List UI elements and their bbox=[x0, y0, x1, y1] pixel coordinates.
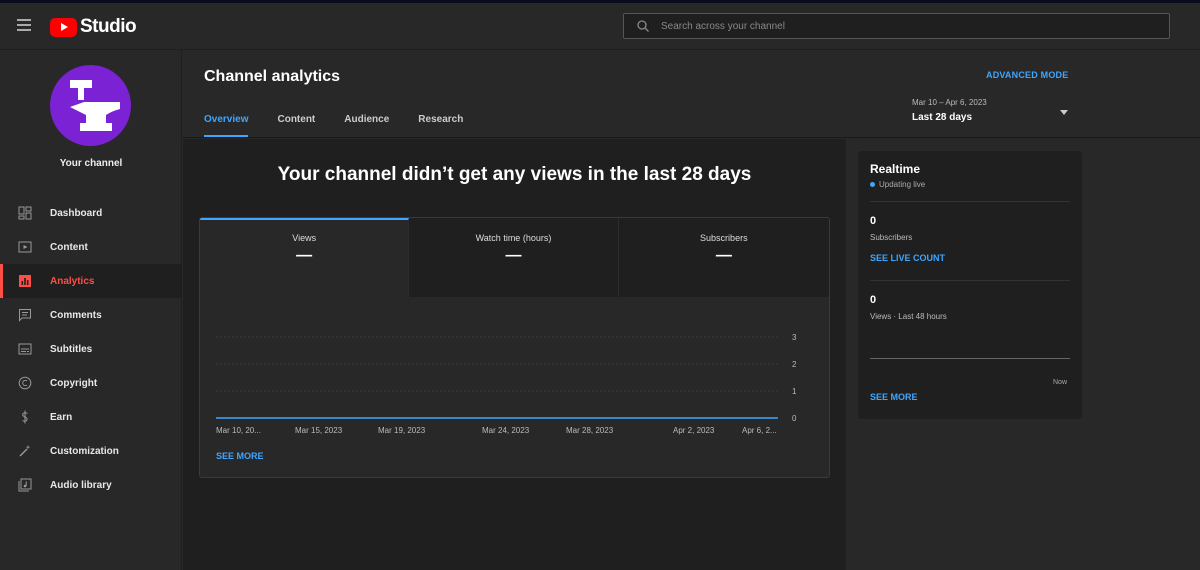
sidebar-nav: Dashboard Content Analytics Comments Sub… bbox=[0, 196, 182, 502]
earn-icon bbox=[17, 409, 33, 425]
audio-library-icon bbox=[17, 477, 33, 493]
realtime-see-more-link[interactable]: SEE MORE bbox=[870, 392, 918, 402]
views-chart-area: 0 1 2 3 Mar 10, 20... Mar 15, 2023 Mar 19, 202… bbox=[200, 297, 829, 477]
channel-label: Your channel bbox=[59, 158, 123, 169]
sidebar-item-label: Dashboard bbox=[50, 207, 103, 219]
date-range-text: Mar 10 – Apr 6, 2023 bbox=[912, 98, 987, 107]
content-icon bbox=[17, 239, 33, 255]
menu-icon[interactable] bbox=[17, 19, 31, 31]
metric-tab-watch-time[interactable]: Watch time (hours) — bbox=[409, 218, 619, 297]
overview-panel: Your channel didn’t get any views in the… bbox=[183, 139, 846, 570]
see-more-link[interactable]: SEE MORE bbox=[216, 451, 264, 461]
analytics-icon bbox=[17, 273, 33, 289]
search-input[interactable] bbox=[661, 20, 1141, 32]
sidebar: Your channel Dashboard Content Analytics… bbox=[0, 50, 182, 570]
sidebar-item-label: Audio library bbox=[50, 479, 112, 491]
sidebar-item-label: Copyright bbox=[50, 377, 98, 389]
subtitles-icon bbox=[17, 341, 33, 357]
no-views-message: Your channel didn’t get any views in the… bbox=[277, 164, 752, 185]
analytics-header: Channel analytics ADVANCED MODE Overview… bbox=[183, 50, 1200, 138]
y-tick-label: 0 bbox=[792, 414, 797, 423]
sidebar-item-copyright[interactable]: Copyright bbox=[0, 366, 182, 400]
top-bar: Studio bbox=[0, 0, 1200, 50]
views-chart: 0 1 2 3 Mar 10, 20... Mar 15, 2023 Mar 19, 202… bbox=[216, 333, 797, 435]
metric-value: — bbox=[715, 247, 732, 264]
realtime-chart-baseline bbox=[870, 358, 1070, 359]
x-tick-label: Mar 15, 2023 bbox=[295, 426, 343, 435]
sidebar-item-comments[interactable]: Comments bbox=[0, 298, 182, 332]
x-tick-label: Mar 19, 2023 bbox=[378, 426, 426, 435]
page-title: Channel analytics bbox=[204, 68, 341, 85]
youtube-play-icon bbox=[50, 17, 77, 37]
realtime-subscribers-value: 0 bbox=[870, 215, 877, 227]
comments-icon bbox=[17, 307, 33, 323]
tab-content[interactable]: Content bbox=[277, 114, 315, 137]
sidebar-item-label: Comments bbox=[50, 309, 102, 321]
sidebar-item-label: Content bbox=[50, 241, 88, 253]
right-panel: Realtime Updating live 0 Subscribers SEE… bbox=[846, 139, 1200, 570]
divider bbox=[870, 280, 1070, 281]
tab-research[interactable]: Research bbox=[418, 114, 463, 137]
realtime-card: Realtime Updating live 0 Subscribers SEE… bbox=[858, 151, 1082, 419]
tab-overview[interactable]: Overview bbox=[204, 114, 249, 137]
sidebar-item-label: Earn bbox=[50, 411, 73, 423]
sidebar-item-label: Customization bbox=[50, 445, 119, 457]
date-range-picker[interactable]: Mar 10 – Apr 6, 2023 Last 28 days bbox=[912, 98, 1072, 130]
x-tick-label: Mar 28, 2023 bbox=[566, 426, 614, 435]
realtime-subscribers-label: Subscribers bbox=[870, 233, 913, 242]
sidebar-item-label: Subtitles bbox=[50, 343, 93, 355]
sidebar-item-audio-library[interactable]: Audio library bbox=[0, 468, 182, 502]
advanced-mode-button[interactable]: ADVANCED MODE bbox=[986, 70, 1068, 80]
metric-tab-views[interactable]: Views — bbox=[200, 218, 410, 297]
x-tick-label: Mar 10, 20... bbox=[216, 426, 261, 435]
y-tick-label: 3 bbox=[792, 333, 797, 342]
logo-text: Studio bbox=[80, 16, 137, 37]
metric-value: — bbox=[505, 247, 522, 264]
live-dot-icon bbox=[870, 182, 875, 187]
x-tick-label: Mar 24, 2023 bbox=[482, 426, 530, 435]
search-box[interactable] bbox=[623, 13, 1170, 39]
metric-label: Views bbox=[292, 233, 317, 243]
metric-tab-subscribers[interactable]: Subscribers — bbox=[618, 218, 829, 297]
realtime-now-label: Now bbox=[1053, 379, 1068, 386]
sidebar-item-earn[interactable]: Earn bbox=[0, 400, 182, 434]
caret-down-icon bbox=[1060, 110, 1068, 115]
analytics-tabs: Overview Content Audience Research bbox=[204, 114, 492, 137]
realtime-status: Updating live bbox=[870, 180, 925, 189]
dashboard-icon bbox=[17, 205, 33, 221]
anvil-icon bbox=[70, 80, 120, 131]
x-tick-label: Apr 6, 2... bbox=[742, 426, 777, 435]
copyright-icon bbox=[17, 375, 33, 391]
sidebar-item-dashboard[interactable]: Dashboard bbox=[0, 196, 182, 230]
metric-tabs: Views — Watch time (hours) — Subscribers… bbox=[200, 218, 829, 297]
y-tick-label: 1 bbox=[792, 387, 797, 396]
metric-value: — bbox=[296, 247, 313, 264]
tab-audience[interactable]: Audience bbox=[344, 114, 389, 137]
realtime-views-label: Views · Last 48 hours bbox=[870, 312, 947, 321]
sidebar-item-label: Analytics bbox=[50, 275, 95, 287]
date-range-label: Last 28 days bbox=[912, 112, 973, 123]
realtime-title: Realtime bbox=[870, 162, 921, 176]
metrics-card: Views — Watch time (hours) — Subscribers… bbox=[199, 217, 830, 478]
y-tick-label: 2 bbox=[792, 360, 797, 369]
sidebar-item-subtitles[interactable]: Subtitles bbox=[0, 332, 182, 366]
see-live-count-link[interactable]: SEE LIVE COUNT bbox=[870, 253, 945, 263]
sidebar-item-customization[interactable]: Customization bbox=[0, 434, 182, 468]
x-tick-label: Apr 2, 2023 bbox=[673, 426, 715, 435]
channel-avatar[interactable] bbox=[50, 65, 131, 146]
studio-logo[interactable]: Studio bbox=[50, 16, 137, 38]
metric-label: Watch time (hours) bbox=[475, 233, 552, 243]
search-icon bbox=[637, 20, 649, 32]
realtime-status-text: Updating live bbox=[879, 180, 926, 189]
divider bbox=[870, 201, 1070, 202]
sidebar-item-analytics[interactable]: Analytics bbox=[0, 264, 182, 298]
realtime-views-value: 0 bbox=[870, 294, 877, 306]
customization-icon bbox=[17, 443, 33, 459]
metric-label: Subscribers bbox=[700, 233, 748, 243]
sidebar-item-content[interactable]: Content bbox=[0, 230, 182, 264]
